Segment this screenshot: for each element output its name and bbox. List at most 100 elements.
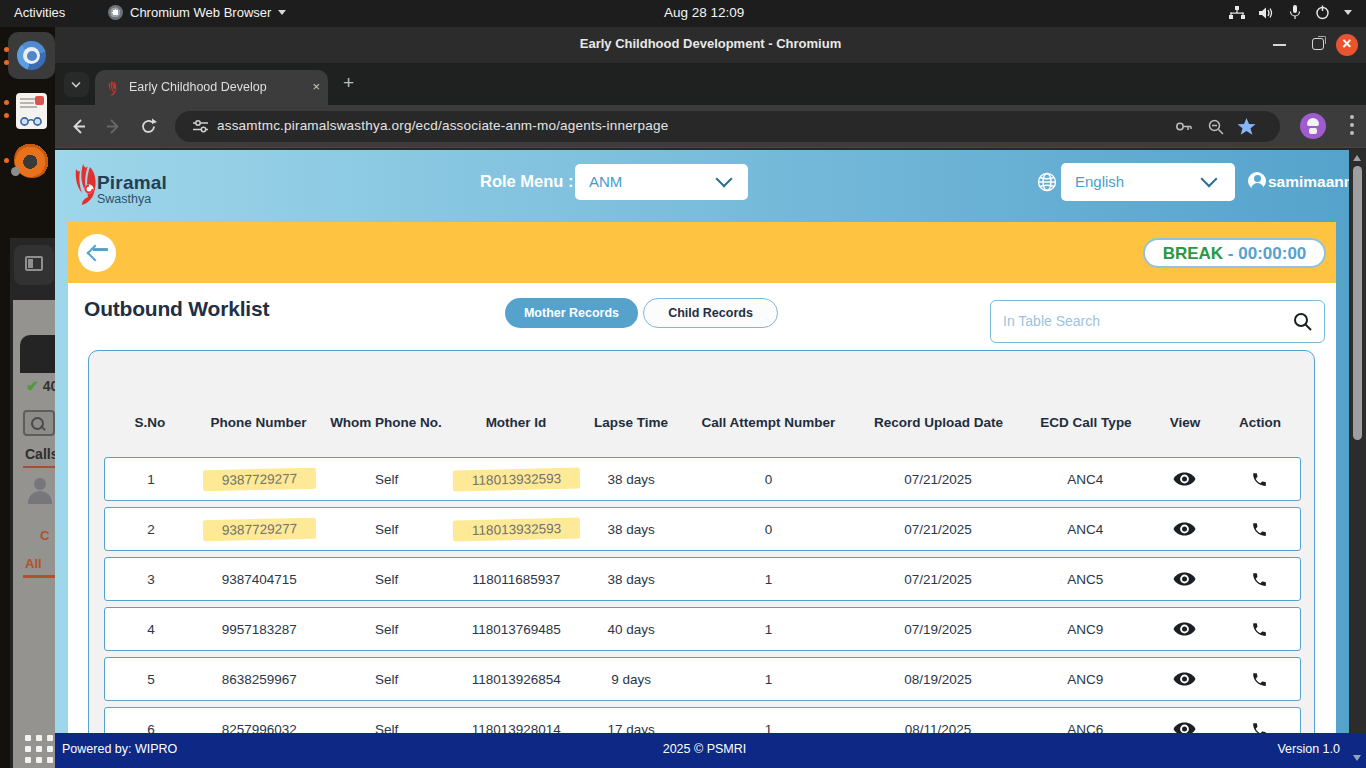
tab-child-records[interactable]: Child Records xyxy=(643,298,778,328)
cell-action[interactable] xyxy=(1218,571,1300,588)
window-titlebar[interactable]: Early Childhood Development - Chromium × xyxy=(55,27,1366,63)
cell-view[interactable] xyxy=(1150,671,1218,687)
username[interactable]: samimaanm xyxy=(1268,173,1358,191)
call-phone-icon[interactable] xyxy=(1251,621,1268,638)
call-phone-icon[interactable] xyxy=(1251,671,1268,688)
cell-action[interactable] xyxy=(1218,521,1300,538)
dock-dot xyxy=(4,47,9,52)
content-sheet: Outbound Worklist Mother Records Child R… xyxy=(68,283,1336,768)
view-eye-icon[interactable] xyxy=(1173,521,1196,537)
all-tab-label[interactable]: All xyxy=(25,556,42,571)
role-menu-chevron-icon xyxy=(716,171,733,188)
view-eye-icon[interactable] xyxy=(1173,571,1196,587)
cell-upload-date: 08/19/2025 xyxy=(856,672,1021,687)
password-key-icon[interactable] xyxy=(1175,118,1194,135)
cell-call-type: ANC9 xyxy=(1020,672,1150,687)
cell-phone: 8638259967 xyxy=(197,672,322,687)
background-card xyxy=(20,335,55,373)
show-applications-icon[interactable] xyxy=(25,735,55,768)
tab-favicon xyxy=(105,80,121,96)
cell-phone: 9387729277 xyxy=(197,469,322,490)
column-header-mother-id: Mother Id xyxy=(451,415,581,430)
column-header-phone-number: Phone Number xyxy=(196,415,321,430)
contact-avatar-icon xyxy=(27,478,53,504)
logo-text-swasthya: Swasthya xyxy=(97,192,151,206)
cell-view[interactable] xyxy=(1150,521,1218,537)
back-arrow-icon xyxy=(87,245,104,262)
page-scrollbar[interactable] xyxy=(1349,150,1366,733)
bookmark-star-icon[interactable] xyxy=(1237,117,1256,136)
clock[interactable]: Aug 28 12:09 xyxy=(664,5,744,20)
doc-red-badge xyxy=(35,96,44,105)
dock-item-call-app[interactable] xyxy=(14,142,50,178)
footer-version: Version 1.0 xyxy=(1277,742,1340,756)
tab-mother-records[interactable]: Mother Records xyxy=(505,298,638,328)
site-settings-icon[interactable] xyxy=(192,118,209,135)
cell-lapse: 38 days xyxy=(581,572,681,587)
chromium-mini-icon xyxy=(108,5,123,20)
url-text[interactable]: assamtmc.piramalswasthya.org/ecd/associa… xyxy=(217,118,668,133)
language-select[interactable]: English xyxy=(1061,163,1235,201)
glasses-icon xyxy=(19,117,43,126)
back-button[interactable] xyxy=(68,116,89,137)
dock-item-chromium[interactable] xyxy=(8,32,55,79)
system-tray[interactable] xyxy=(1229,5,1352,20)
cell-mother-id: 118013926854 xyxy=(451,672,581,687)
app-menu[interactable]: Chromium Web Browser xyxy=(108,5,286,20)
address-bar[interactable]: assamtmc.piramalswasthya.org/ecd/associa… xyxy=(175,111,1280,142)
activities-button[interactable]: Activities xyxy=(14,5,65,20)
ubuntu-top-bar: Activities Chromium Web Browser Aug 28 1… xyxy=(0,0,1366,27)
cell-action[interactable] xyxy=(1218,471,1300,488)
forward-button[interactable] xyxy=(103,116,124,137)
call-phone-icon[interactable] xyxy=(1251,471,1268,488)
desktop-left-column: ✔ 40 Calls C All xyxy=(0,27,55,768)
page-scrollbar-bottom[interactable] xyxy=(1349,733,1366,768)
browser-menu-icon[interactable] xyxy=(1350,115,1354,137)
profile-avatar[interactable] xyxy=(1300,113,1326,139)
cell-sno: 1 xyxy=(105,472,197,487)
dock-item-document-viewer[interactable] xyxy=(16,93,47,129)
cell-sno: 2 xyxy=(105,522,197,537)
role-menu-select[interactable]: ANM xyxy=(575,164,748,200)
cell-attempts: 1 xyxy=(681,572,856,587)
scrollbar-down-arrow[interactable] xyxy=(1353,755,1361,761)
calls-tab-label[interactable]: Calls xyxy=(25,446,55,462)
cell-view[interactable] xyxy=(1150,471,1218,487)
tab-search-button[interactable] xyxy=(64,72,89,97)
call-phone-icon[interactable] xyxy=(1251,571,1268,588)
scrollbar-up-arrow[interactable] xyxy=(1353,155,1361,161)
browser-tab[interactable]: Early Childhood Develop × xyxy=(95,70,328,105)
tab-close-icon[interactable]: × xyxy=(312,79,320,94)
search-icon[interactable] xyxy=(1293,312,1312,331)
cell-action[interactable] xyxy=(1218,621,1300,638)
call-phone-icon[interactable] xyxy=(1251,521,1268,538)
cell-view[interactable] xyxy=(1150,621,1218,637)
sidebar-toggle-icon xyxy=(25,256,43,271)
minimize-button[interactable] xyxy=(1273,44,1286,46)
close-button[interactable]: × xyxy=(1336,34,1358,56)
globe-icon xyxy=(1037,172,1057,192)
maximize-button[interactable] xyxy=(1312,38,1324,50)
view-eye-icon[interactable] xyxy=(1173,671,1196,687)
scrollbar-thumb[interactable] xyxy=(1353,166,1362,440)
zoom-icon[interactable] xyxy=(1207,118,1225,136)
page-back-button[interactable] xyxy=(78,234,116,272)
network-icon xyxy=(1229,6,1245,20)
cell-view[interactable] xyxy=(1150,571,1218,587)
column-header-record-upload-date: Record Upload Date xyxy=(856,415,1021,430)
table-row-4: 49957183287Self11801376948540 days107/19… xyxy=(104,607,1301,651)
table-card: S.NoPhone NumberWhom Phone No.Mother IdL… xyxy=(88,350,1315,768)
background-search-field[interactable] xyxy=(23,410,55,436)
new-tab-button[interactable]: + xyxy=(343,75,360,92)
cell-sno: 5 xyxy=(105,672,197,687)
view-eye-icon[interactable] xyxy=(1173,471,1196,487)
break-timer-button[interactable]: BREAK - 00:00:00 xyxy=(1143,238,1326,268)
table-row-5: 58638259967Self1180139268549 days108/19/… xyxy=(104,657,1301,701)
web-page: Piramal Swasthya Role Menu : ANM English… xyxy=(55,150,1366,768)
table-search-input[interactable]: In Table Search xyxy=(990,300,1325,343)
cell-upload-date: 07/19/2025 xyxy=(856,622,1021,637)
sidebar-toggle-button[interactable] xyxy=(14,245,54,285)
reload-button[interactable] xyxy=(138,116,159,137)
view-eye-icon[interactable] xyxy=(1173,621,1196,637)
cell-action[interactable] xyxy=(1218,671,1300,688)
